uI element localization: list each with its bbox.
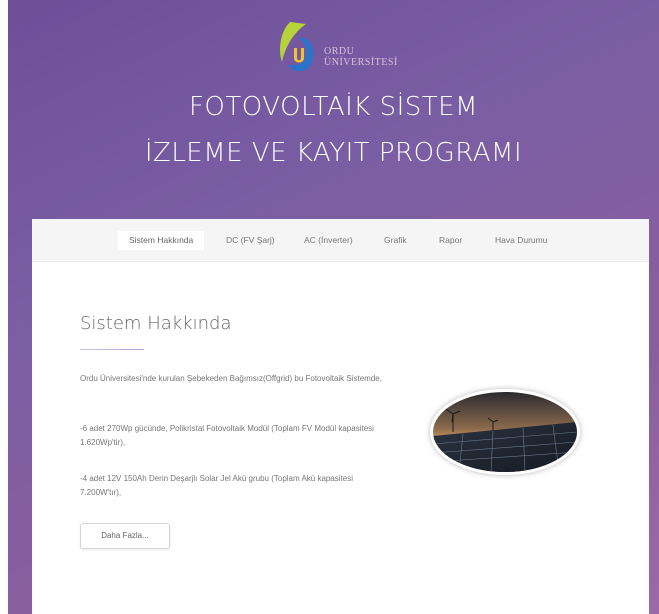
tab-rapor[interactable]: Rapor (428, 231, 473, 250)
tab-hava-durumu[interactable]: Hava Durumu (484, 231, 558, 250)
tab-ac-inverter[interactable]: AC (İnverter) (293, 231, 364, 250)
university-logo[interactable]: ORDU ÜNİVERSİTESİ (276, 18, 416, 80)
solar-field-image (433, 392, 577, 472)
tab-dc-fv-sarj[interactable]: DC (FV Şarj) (215, 231, 286, 250)
ordu-university-logo-icon (280, 22, 314, 72)
page-title-line2: İZLEME VE KAYIT PROGRAMI (144, 138, 523, 168)
description-paragraph: Ordu Üniversitesi'nde kurulan Şebekeden … (80, 374, 382, 383)
solar-panel-photo (430, 389, 580, 475)
tab-sistem-hakkinda[interactable]: Sistem Hakkında (118, 231, 205, 250)
heading-underline (80, 349, 144, 350)
description-paragraph: -4 adet 12V 150Ah Derin Deşarjlı Solar J… (80, 474, 354, 497)
logo-text: ORDU ÜNİVERSİTESİ (324, 46, 398, 68)
more-button[interactable]: Daha Fazla... (80, 523, 170, 549)
section-heading: Sistem Hakkında (80, 313, 232, 334)
logo-line1: ORDU (324, 46, 355, 57)
content-card: Sistem Hakkında DC (FV Şarj) AC (İnverte… (32, 219, 649, 614)
tab-grafik[interactable]: Grafik (373, 231, 418, 250)
description-paragraph: -6 adet 270Wp gücünde, Polikristal Fotov… (80, 424, 374, 447)
page-background: ORDU ÜNİVERSİTESİ FOTOVOLTAİK SİSTEM İZL… (8, 0, 659, 614)
logo-line2: ÜNİVERSİTESİ (324, 57, 398, 68)
page-title-line1: FOTOVOLTAİK SİSTEM (188, 92, 479, 122)
tab-nav: Sistem Hakkında DC (FV Şarj) AC (İnverte… (32, 219, 649, 262)
